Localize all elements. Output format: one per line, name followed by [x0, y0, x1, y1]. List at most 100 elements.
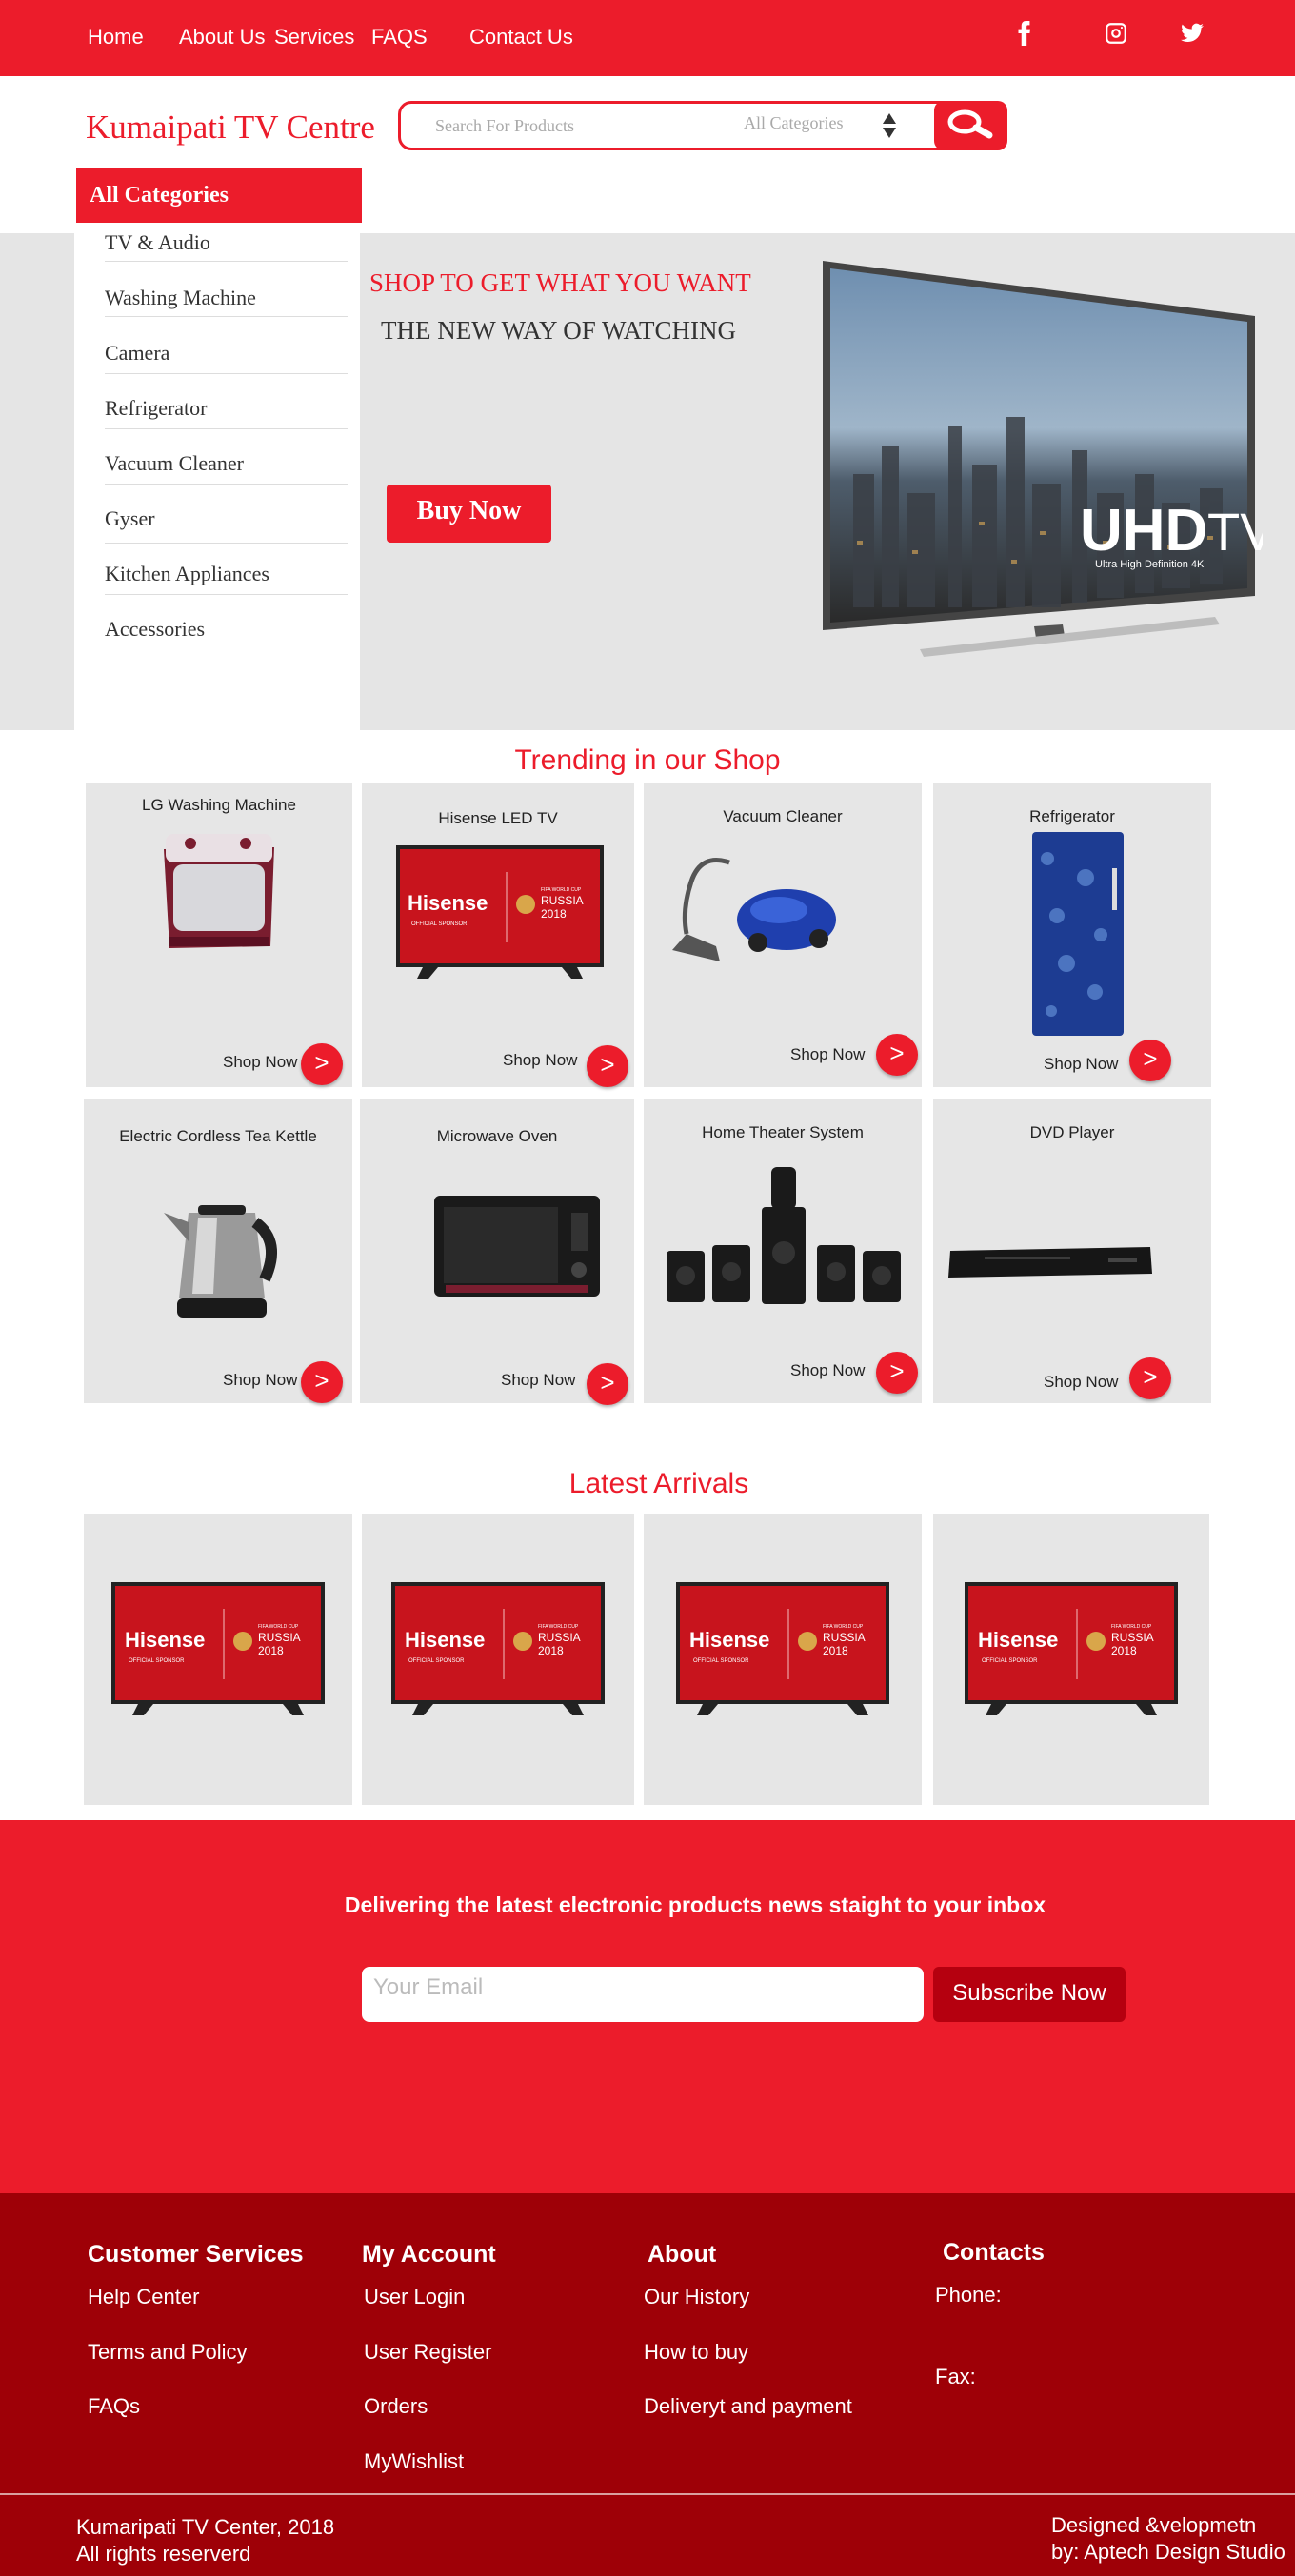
tea-kettle-image	[164, 1205, 277, 1318]
latest-product-card[interactable]: Hisense OFFICIAL SPONSOR FIFA WORLD CUP …	[644, 1514, 922, 1805]
twitter-icon[interactable]	[1177, 21, 1207, 51]
search-input[interactable]	[435, 113, 721, 138]
hero-subheadline: THE NEW WAY OF WATCHING	[381, 316, 737, 345]
shop-now-button[interactable]: >	[301, 1361, 343, 1403]
brand-title: Kumaipati TV Centre	[86, 109, 375, 146]
event-text: FIFA WORLD CUP	[541, 887, 582, 893]
select-arrows-icon[interactable]	[881, 111, 898, 140]
nav-about[interactable]: About Us	[179, 25, 266, 50]
hero-headline: SHOP TO GET WHAT YOU WANT	[369, 268, 751, 297]
shop-now-button[interactable]: >	[1129, 1357, 1171, 1399]
latest-product-card[interactable]: Hisense OFFICIAL SPONSOR FIFA WORLD CUP …	[933, 1514, 1209, 1805]
shop-now-label: Shop Now	[1044, 1373, 1119, 1391]
category-item-vacuum-cleaner[interactable]: Vacuum Cleaner	[105, 451, 352, 476]
subscribe-button[interactable]: Subscribe Now	[933, 1967, 1126, 2022]
footer-link-terms[interactable]: Terms and Policy	[88, 2340, 248, 2365]
shop-now-button[interactable]: >	[301, 1043, 343, 1085]
product-card[interactable]: DVD Player Shop Now >	[933, 1099, 1211, 1403]
latest-product-card[interactable]: Hisense OFFICIAL SPONSOR FIFA WORLD CUP …	[362, 1514, 634, 1805]
divider	[105, 316, 348, 317]
footer-link-delivery-payment[interactable]: Deliveryt and payment	[644, 2394, 852, 2419]
credit-line-2: by: Aptech Design Studio	[1051, 2540, 1285, 2564]
category-item-kitchen-appliances[interactable]: Kitchen Appliances	[105, 562, 352, 586]
category-item-gyser[interactable]: Gyser	[105, 506, 352, 531]
product-name: LG Washing Machine	[142, 796, 296, 814]
footer-link-wishlist[interactable]: MyWishlist	[364, 2449, 464, 2474]
footer-link-how-to-buy[interactable]: How to buy	[644, 2340, 748, 2365]
hisense-logo-text: Hisense	[125, 1628, 205, 1652]
country-text: RUSSIA	[1111, 1631, 1154, 1644]
search-icon	[947, 109, 993, 139]
nav-faqs[interactable]: FAQS	[371, 25, 428, 50]
footer-heading-contacts: Contacts	[943, 2239, 1045, 2266]
category-item-camera[interactable]: Camera	[105, 341, 352, 366]
product-card[interactable]: Hisense LED TV Hisense OFFICIAL SPONSOR …	[362, 783, 634, 1087]
instagram-icon[interactable]	[1101, 21, 1131, 51]
latest-product-card[interactable]: Hisense OFFICIAL SPONSOR FIFA WORLD CUP …	[84, 1514, 352, 1805]
all-categories-heading[interactable]: All Categories	[76, 168, 362, 223]
event-text: FIFA WORLD CUP	[1111, 1624, 1152, 1630]
category-item-refrigerator[interactable]: Refrigerator	[105, 396, 352, 421]
footer-link-our-history[interactable]: Our History	[644, 2285, 749, 2309]
latest-section-title: Latest Arrivals	[568, 1468, 749, 1499]
shop-now-label: Shop Now	[503, 1051, 578, 1069]
dvd-player-image	[948, 1247, 1152, 1278]
shop-now-button[interactable]: >	[587, 1045, 628, 1087]
shop-now-button[interactable]: >	[587, 1363, 628, 1405]
buy-now-button[interactable]: Buy Now	[387, 485, 551, 543]
footer-link-orders[interactable]: Orders	[364, 2394, 428, 2419]
hisense-logo-text: Hisense	[978, 1628, 1058, 1652]
microwave-oven-image	[434, 1196, 600, 1297]
top-nav-bar: Home About Us Services FAQS Contact Us	[0, 0, 1295, 76]
footer-link-help-center[interactable]: Help Center	[88, 2285, 199, 2309]
footer-link-user-register[interactable]: User Register	[364, 2340, 491, 2365]
product-card[interactable]: Refrigerator Shop Now >	[933, 783, 1211, 1087]
product-card[interactable]: LG Washing Machine Shop Now >	[86, 783, 352, 1087]
hisense-tv-image: Hisense OFFICIAL SPONSOR FIFA WORLD CUP …	[391, 1582, 605, 1715]
category-select[interactable]: All Categories	[744, 113, 934, 138]
shop-now-label: Shop Now	[790, 1045, 866, 1063]
shop-now-button[interactable]: >	[1129, 1040, 1171, 1081]
search-button[interactable]	[934, 101, 1007, 150]
washing-machine-image	[164, 834, 274, 948]
product-name: Electric Cordless Tea Kettle	[119, 1127, 317, 1145]
uhd-tv-image: UHD TV Ultra High Definition 4K	[823, 261, 1263, 657]
divider	[105, 261, 348, 262]
uhd-tagline: Ultra High Definition 4K	[1095, 559, 1205, 570]
sponsor-text: OFFICIAL SPONSOR	[411, 921, 468, 927]
category-item-accessories[interactable]: Accessories	[105, 617, 352, 642]
nav-services[interactable]: Services	[274, 25, 354, 50]
shop-now-label: Shop Now	[223, 1371, 298, 1389]
divider	[105, 594, 348, 595]
country-text: RUSSIA	[538, 1631, 581, 1644]
refrigerator-image	[1032, 832, 1124, 1036]
footer-link-user-login[interactable]: User Login	[364, 2285, 465, 2309]
sponsor-text: OFFICIAL SPONSOR	[408, 1658, 465, 1664]
sponsor-text: OFFICIAL SPONSOR	[129, 1658, 185, 1664]
product-card[interactable]: Vacuum Cleaner Shop Now >	[644, 783, 922, 1087]
copyright-line-1: Kumaripati TV Center, 2018	[76, 2515, 335, 2539]
product-name: Home Theater System	[702, 1123, 864, 1141]
shop-now-label: Shop Now	[1044, 1055, 1119, 1073]
product-card[interactable]: Microwave Oven Shop Now >	[360, 1099, 634, 1405]
shop-now-label: Shop Now	[223, 1053, 298, 1071]
product-card[interactable]: Home Theater System Shop Now >	[644, 1099, 922, 1403]
hisense-tv-image: Hisense OFFICIAL SPONSOR FIFA WORLD CUP …	[965, 1582, 1178, 1715]
hisense-tv-image: Hisense OFFICIAL SPONSOR FIFA WORLD CUP …	[396, 845, 604, 979]
shop-now-button[interactable]: >	[876, 1034, 918, 1076]
shop-now-button[interactable]: >	[876, 1352, 918, 1394]
footer-link-faqs[interactable]: FAQs	[88, 2394, 140, 2419]
country-text: RUSSIA	[541, 894, 584, 907]
event-text: FIFA WORLD CUP	[258, 1624, 299, 1630]
product-name: Hisense LED TV	[438, 809, 558, 827]
hisense-logo-text: Hisense	[405, 1628, 485, 1652]
footer-phone-label: Phone:	[935, 2283, 1002, 2307]
year-text: 2018	[541, 907, 567, 921]
nav-home[interactable]: Home	[88, 25, 144, 50]
category-item-washing-machine[interactable]: Washing Machine	[105, 286, 352, 310]
email-input[interactable]	[362, 1967, 924, 2022]
category-item-tv-audio[interactable]: TV & Audio	[105, 230, 352, 255]
nav-contact[interactable]: Contact Us	[469, 25, 573, 50]
facebook-icon[interactable]	[1009, 21, 1040, 51]
product-card[interactable]: Electric Cordless Tea Kettle Shop Now >	[84, 1099, 352, 1403]
